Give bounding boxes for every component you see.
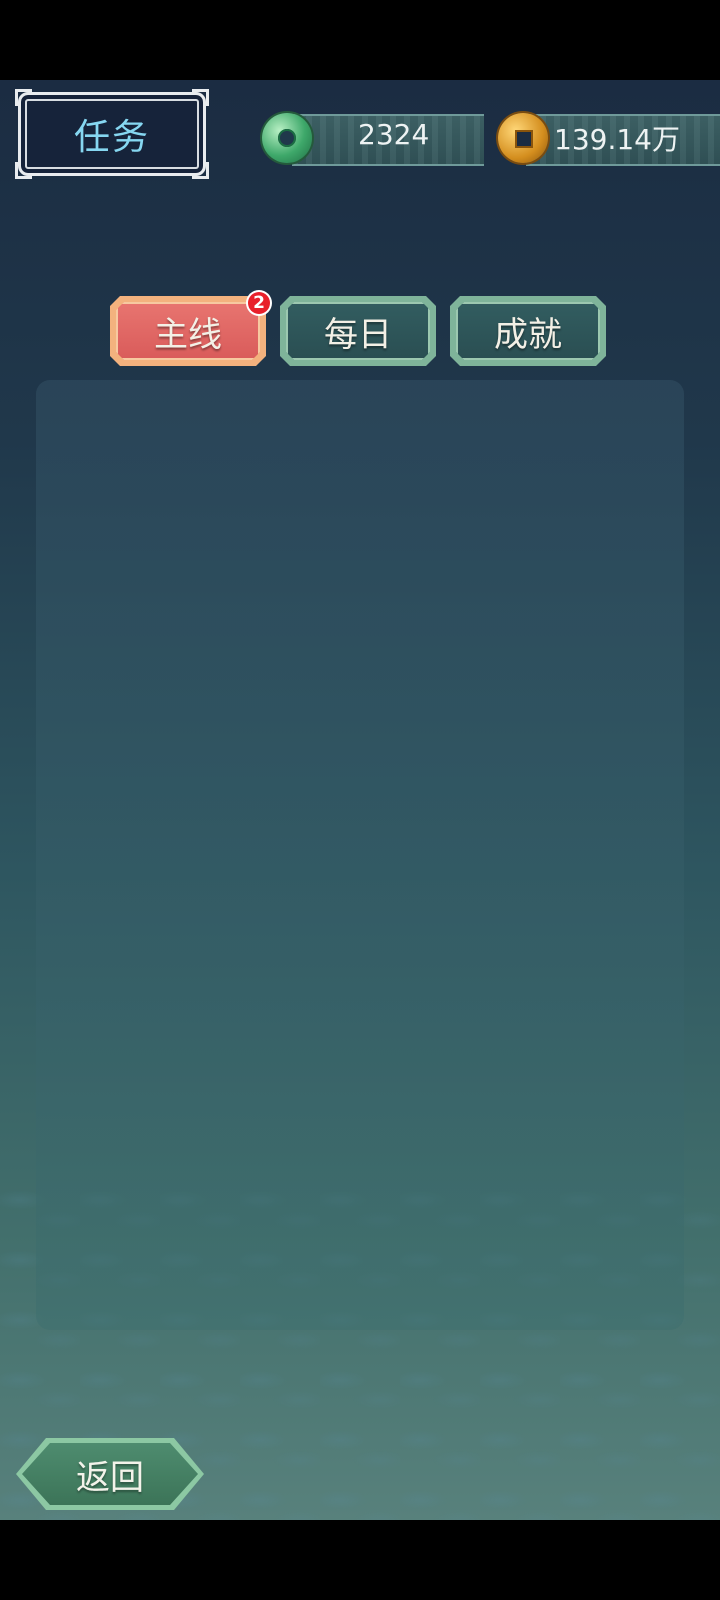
plaque-corner-ornament — [15, 89, 32, 106]
jade-icon — [262, 113, 312, 163]
page-title-plaque: 任务 — [15, 89, 209, 179]
navigation-bar-area — [0, 1520, 720, 1600]
coin-icon — [498, 113, 548, 163]
tab-daily[interactable]: 每日 — [280, 296, 436, 366]
coin-amount: 139.14万 — [554, 123, 680, 156]
status-bar-area — [0, 0, 720, 80]
back-button[interactable]: 返回 — [16, 1438, 204, 1510]
notification-badge: 2 — [248, 292, 270, 314]
plaque-corner-ornament — [192, 162, 209, 179]
plaque-corner-ornament — [192, 89, 209, 106]
tab-achievement[interactable]: 成就 — [450, 296, 606, 366]
back-button-label: 返回 — [76, 1457, 144, 1498]
tab-label: 主线 — [154, 314, 222, 355]
tab-main-quest[interactable]: 主线 — [110, 296, 266, 366]
tab-label: 每日 — [324, 314, 392, 355]
quest-list-panel[interactable] — [36, 380, 684, 1330]
jade-currency-display[interactable]: 2324 — [262, 110, 484, 166]
coin-currency-display[interactable]: 139.14万 — [498, 110, 720, 166]
page-title: 任务 — [73, 117, 150, 158]
tab-label: 成就 — [494, 314, 562, 355]
plaque-corner-ornament — [15, 162, 32, 179]
jade-amount: 2324 — [358, 118, 430, 151]
